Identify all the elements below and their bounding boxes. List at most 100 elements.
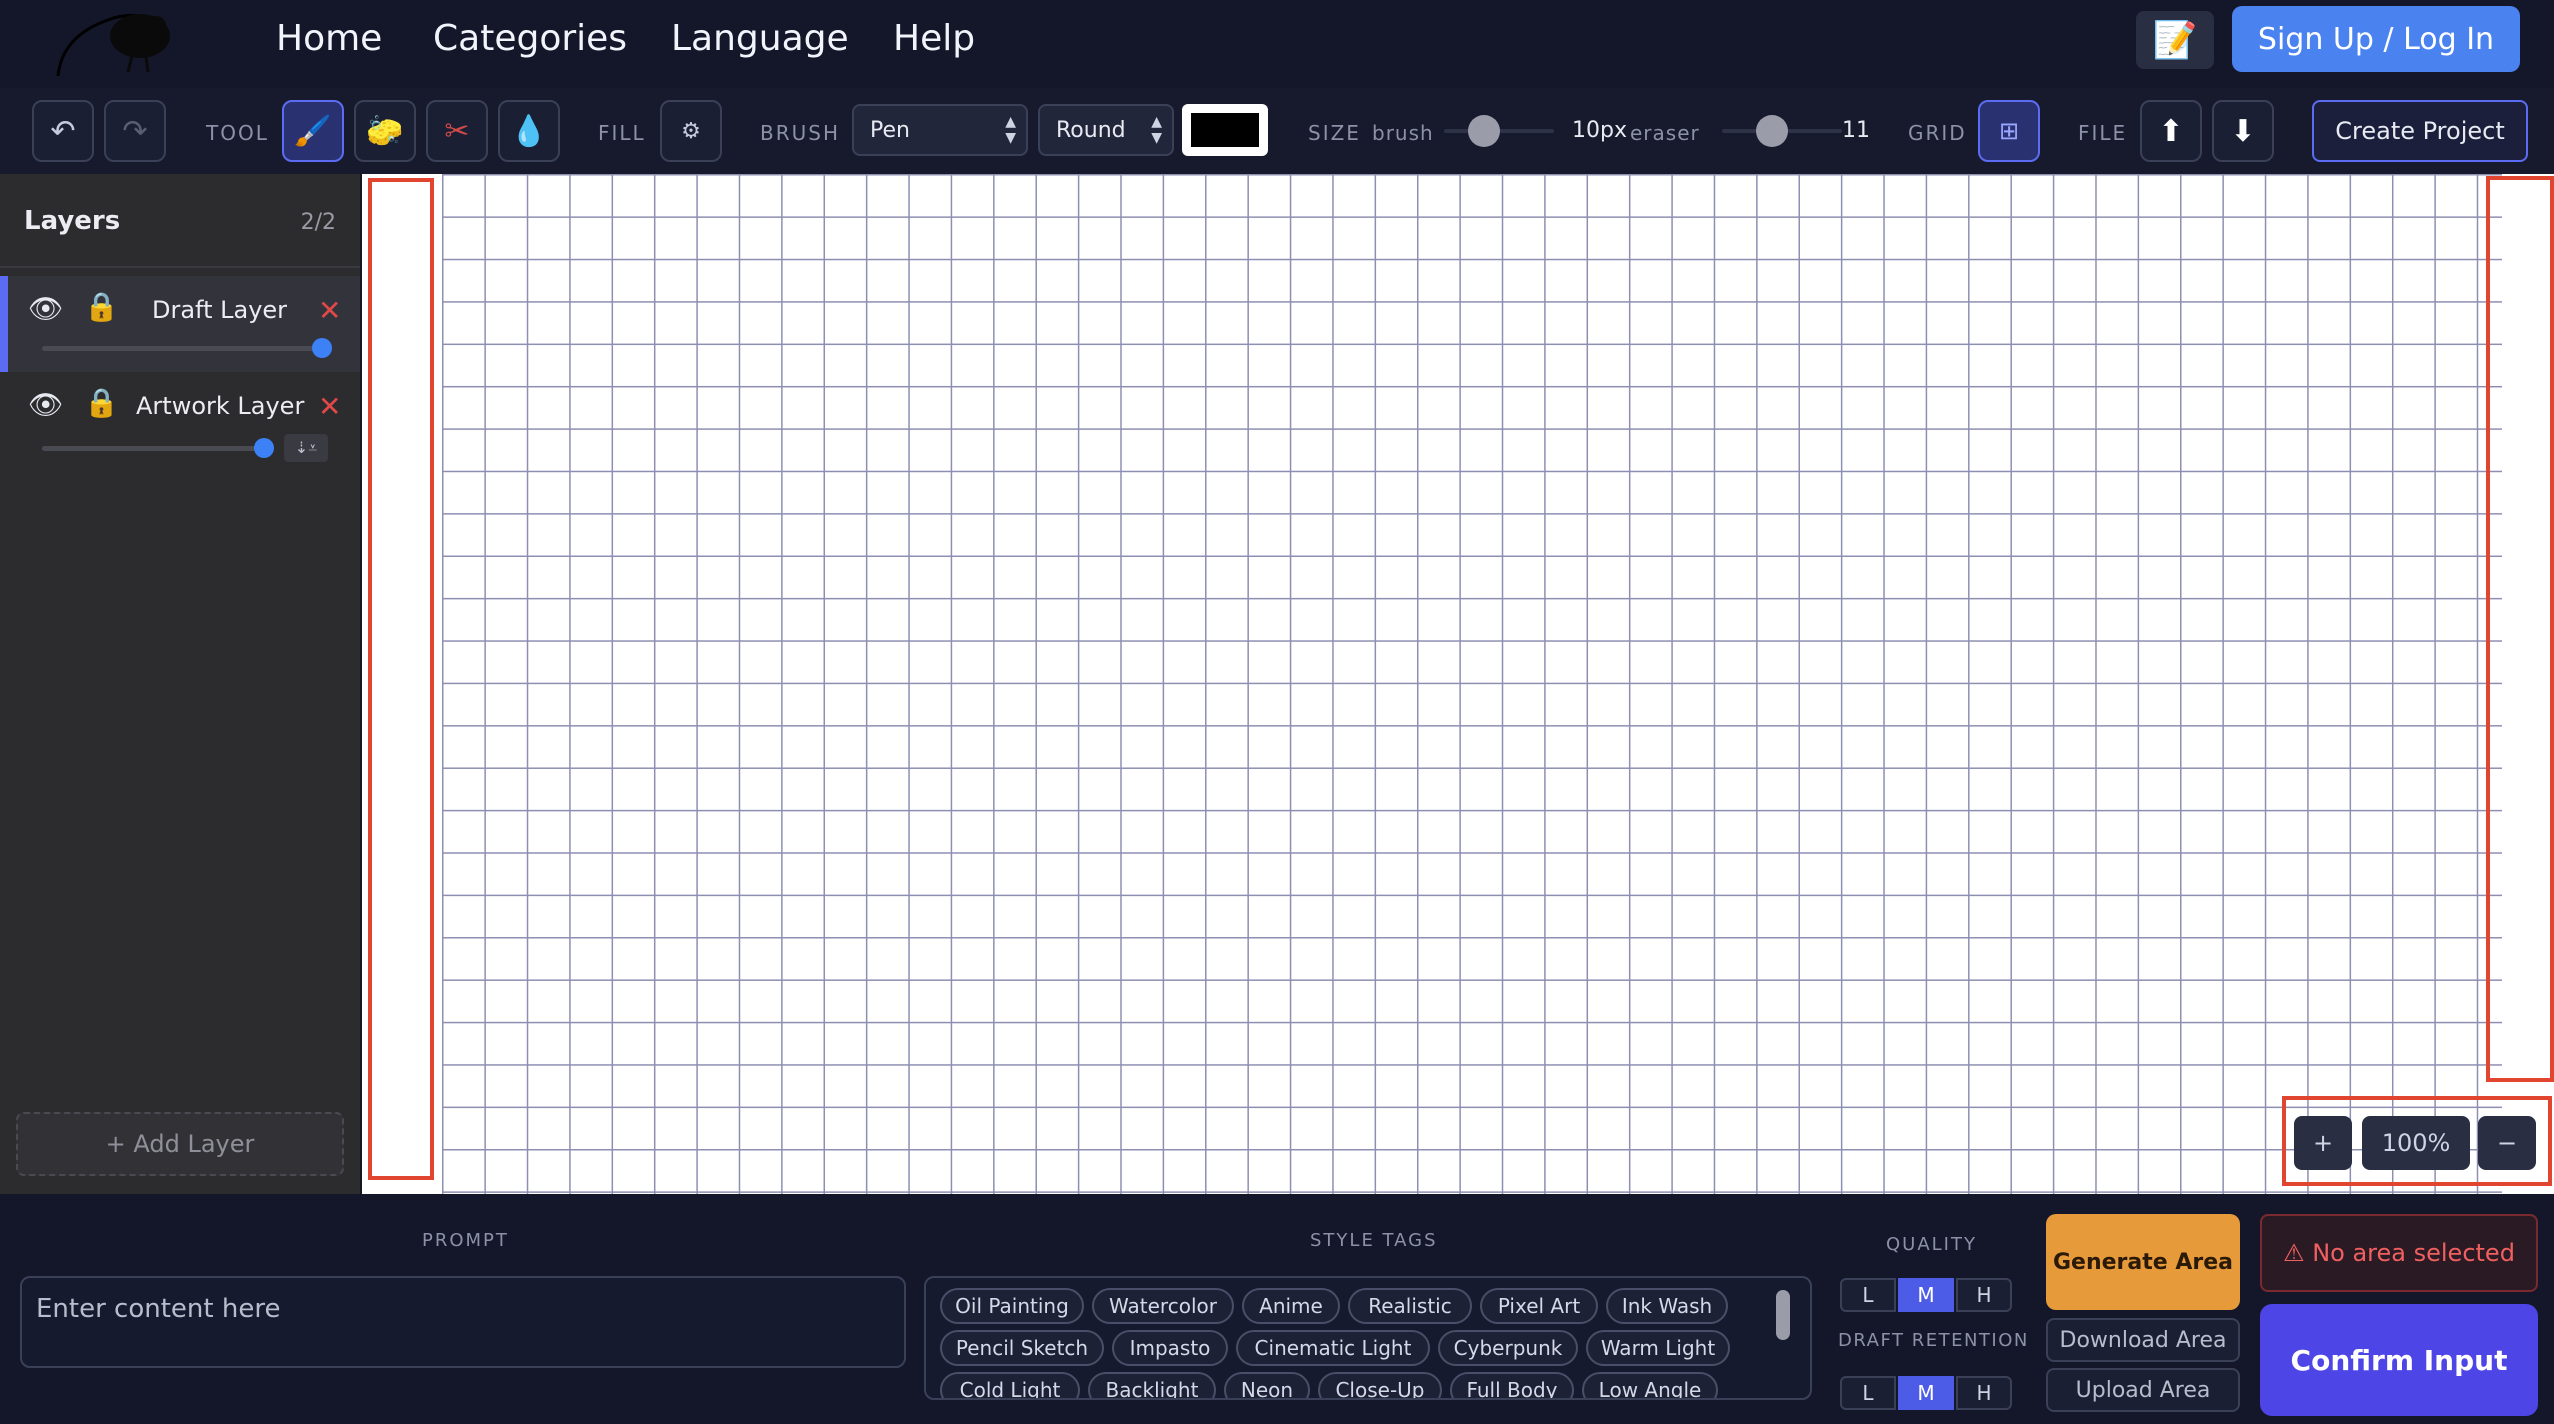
quality-label: QUALITY — [1886, 1234, 1977, 1255]
lock-icon[interactable]: 🔒 — [84, 386, 119, 419]
prompt-input[interactable]: Enter content here — [20, 1276, 906, 1368]
right-scroll-region[interactable] — [2486, 176, 2554, 1082]
delete-layer-icon[interactable]: ✕ — [318, 390, 341, 423]
tags-scrollbar[interactable] — [1776, 1290, 1790, 1340]
lock-icon[interactable]: 🔒 — [84, 290, 119, 323]
style-tag[interactable]: Warm Light — [1586, 1330, 1730, 1366]
brush-shape-select[interactable]: Round ▲ ▼ — [1038, 104, 1174, 156]
layer-opacity-slider[interactable] — [42, 338, 332, 358]
fill-label: FILL — [598, 121, 646, 145]
retention-medium-button[interactable]: M — [1898, 1376, 1954, 1410]
brush-size-value: 10px — [1572, 118, 1627, 143]
color-swatch-fill — [1191, 113, 1259, 147]
zoom-out-button[interactable]: − — [2478, 1116, 2536, 1170]
style-tag[interactable]: Backlight — [1088, 1372, 1216, 1398]
layer-item-draft[interactable]: 👁 🔒 Draft Layer ✕ — [0, 276, 360, 372]
nav-language-link[interactable]: Language — [671, 18, 849, 59]
layer-opacity-slider[interactable] — [42, 438, 274, 458]
style-tag[interactable]: Pixel Art — [1480, 1288, 1598, 1324]
grid-label: GRID — [1908, 121, 1967, 145]
upload-file-button[interactable]: ⬆ — [2140, 100, 2202, 162]
file-label: FILE — [2078, 121, 2128, 145]
zoom-in-button[interactable]: + — [2294, 1116, 2352, 1170]
drawing-toolbar: ↶ ↷ TOOL 🖌️ 🧽 ✂ 💧 FILL ⚙ BRUSH Pen ▲ ▼ Ro… — [0, 88, 2554, 174]
style-tag[interactable]: Realistic — [1348, 1288, 1472, 1324]
eraser-tool-button[interactable]: 🧽 — [354, 100, 416, 162]
upload-area-button[interactable]: Upload Area — [2046, 1368, 2240, 1412]
style-tag[interactable]: Impasto — [1112, 1330, 1228, 1366]
select-arrows-icon: ▲ ▼ — [1005, 114, 1016, 146]
notes-button[interactable]: 📝 — [2136, 11, 2214, 69]
grid-toggle-button[interactable]: ⊞ — [1978, 100, 2040, 162]
style-tag[interactable]: Cinematic Light — [1236, 1330, 1430, 1366]
nav-help-link[interactable]: Help — [893, 18, 975, 59]
brush-shape-value: Round — [1056, 117, 1126, 143]
generate-area-button[interactable]: Generate Area — [2046, 1214, 2240, 1310]
undo-button[interactable]: ↶ — [32, 100, 94, 162]
layers-count: 2/2 — [300, 210, 336, 235]
scissors-tool-button[interactable]: ✂ — [426, 100, 488, 162]
brush-icon: 🖌️ — [294, 113, 332, 149]
kiwi-bird-logo-icon[interactable] — [48, 6, 178, 82]
merge-down-icon: ⇣⩡ — [294, 438, 318, 457]
brush-tool-button[interactable]: 🖌️ — [282, 100, 344, 162]
quality-low-button[interactable]: L — [1840, 1278, 1896, 1312]
delete-layer-icon[interactable]: ✕ — [318, 294, 341, 327]
tool-label: TOOL — [206, 121, 269, 145]
quality-medium-button[interactable]: M — [1898, 1278, 1954, 1312]
memo-icon: 📝 — [2152, 20, 2198, 61]
grid-icon: ⊞ — [1998, 117, 2020, 145]
nav-categories-link[interactable]: Categories — [433, 18, 627, 59]
brush-type-select[interactable]: Pen ▲ ▼ — [852, 104, 1028, 156]
redo-button[interactable]: ↷ — [104, 100, 166, 162]
scissors-icon: ✂ — [444, 113, 470, 149]
style-tag[interactable]: Watercolor — [1092, 1288, 1234, 1324]
style-tag[interactable]: Close-Up — [1318, 1372, 1442, 1398]
drawing-canvas[interactable]: + 100% − — [362, 174, 2554, 1194]
signup-login-button[interactable]: Sign Up / Log In — [2232, 6, 2520, 72]
layer-item-artwork[interactable]: 👁 🔒 Artwork Layer ✕ ⇣⩡ — [0, 372, 360, 468]
style-tag[interactable]: Full Body — [1450, 1372, 1574, 1398]
redo-icon: ↷ — [122, 113, 148, 149]
no-area-warning: ⚠ No area selected — [2260, 1214, 2538, 1292]
confirm-input-button[interactable]: Confirm Input — [2260, 1304, 2538, 1416]
layer-opacity-knob[interactable] — [312, 338, 332, 358]
layer-opacity-knob[interactable] — [254, 438, 274, 458]
brush-size-slider-knob[interactable] — [1468, 115, 1500, 147]
eye-icon[interactable]: 👁 — [28, 388, 64, 421]
layer-name: Artwork Layer — [136, 392, 305, 420]
left-scroll-region[interactable] — [368, 178, 434, 1180]
generation-panel: PROMPT Enter content here STYLE TAGS Oil… — [0, 1194, 2554, 1424]
retention-high-button[interactable]: H — [1956, 1376, 2012, 1410]
style-tag[interactable]: Low Angle — [1582, 1372, 1718, 1398]
fill-settings-button[interactable]: ⚙ — [660, 100, 722, 162]
merge-down-button[interactable]: ⇣⩡ — [284, 434, 328, 462]
quality-high-button[interactable]: H — [1956, 1278, 2012, 1312]
select-arrows-icon: ▲ ▼ — [1151, 114, 1162, 146]
style-tags-list: Oil Painting Watercolor Anime Realistic … — [924, 1276, 1812, 1400]
style-tag[interactable]: Oil Painting — [940, 1288, 1084, 1324]
style-tag[interactable]: Anime — [1242, 1288, 1340, 1324]
create-project-button[interactable]: Create Project — [2312, 100, 2528, 162]
style-tag[interactable]: Cold Light — [940, 1372, 1080, 1398]
brush-type-value: Pen — [870, 117, 910, 143]
retention-low-button[interactable]: L — [1840, 1376, 1896, 1410]
style-tag[interactable]: Pencil Sketch — [940, 1330, 1104, 1366]
style-tag[interactable]: Cyberpunk — [1438, 1330, 1578, 1366]
style-tag[interactable]: Neon — [1224, 1372, 1310, 1398]
style-tag[interactable]: Ink Wash — [1606, 1288, 1728, 1324]
arrow-down-icon: ⬇ — [2230, 113, 2256, 149]
arrow-up-icon: ⬆ — [2158, 113, 2184, 149]
undo-icon: ↶ — [50, 113, 76, 149]
download-file-button[interactable]: ⬇ — [2212, 100, 2274, 162]
eraser-size-slider-knob[interactable] — [1756, 115, 1788, 147]
eraser-icon: 🧽 — [366, 113, 404, 149]
layers-panel: Layers 2/2 👁 🔒 Draft Layer ✕ 👁 🔒 Artwork… — [0, 174, 360, 1194]
eyedropper-tool-button[interactable]: 💧 — [498, 100, 560, 162]
nav-home-link[interactable]: Home — [276, 18, 382, 59]
eye-icon[interactable]: 👁 — [28, 292, 64, 325]
add-layer-button[interactable]: + Add Layer — [16, 1112, 344, 1176]
eraser-size-label: eraser — [1630, 121, 1700, 145]
download-area-button[interactable]: Download Area — [2046, 1318, 2240, 1362]
brush-color-picker[interactable] — [1182, 104, 1268, 156]
